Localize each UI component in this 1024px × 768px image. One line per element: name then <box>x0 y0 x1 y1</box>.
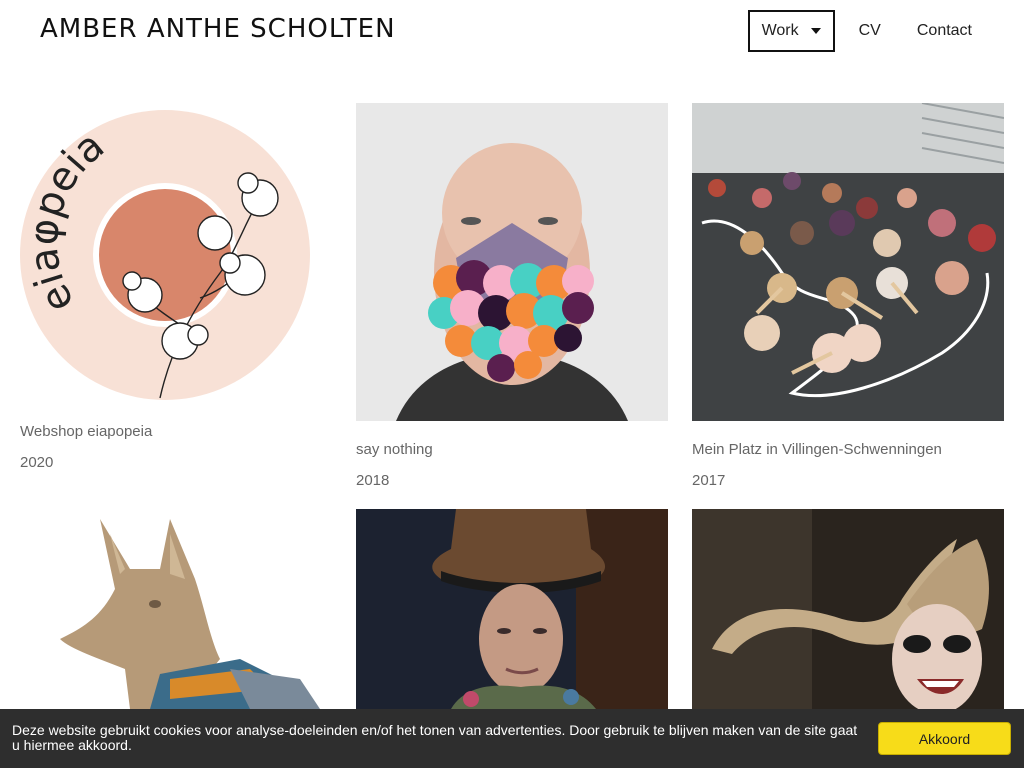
cookie-consent-bar: Deze website gebruikt cookies voor analy… <box>0 709 1024 768</box>
project-title[interactable]: Mein Platz in Villingen-Schwenningen <box>692 441 1004 458</box>
project-thumbnail[interactable] <box>356 509 668 709</box>
main-nav: Work CV Contact <box>747 10 984 52</box>
horn-headdress-photo <box>692 509 1004 709</box>
project-thumbnail[interactable] <box>692 103 1004 421</box>
hat-portrait-photo <box>356 509 668 709</box>
nav-contact[interactable]: Contact <box>905 10 984 52</box>
project-thumbnail[interactable]: eiaφpeia <box>20 103 332 403</box>
project-year: 2020 <box>20 454 54 471</box>
project-thumbnail[interactable] <box>692 509 1004 709</box>
project-year: 2017 <box>692 472 726 489</box>
site-title[interactable]: AMBER ANTHE SCHOLTEN <box>40 14 396 44</box>
project-card[interactable]: Mein Platz in Villingen-Schwenningen 201… <box>692 103 1004 489</box>
nav-cv[interactable]: CV <box>847 10 893 52</box>
eiapopeia-logo: eiaφpeia <box>20 110 310 400</box>
nav-work-label: Work <box>761 22 799 39</box>
project-title[interactable]: Webshop eiapopeia <box>20 423 332 440</box>
project-card[interactable]: say nothing 2018 <box>356 103 668 489</box>
caret-down-icon <box>810 28 821 34</box>
nav-work-dropdown[interactable]: Work <box>747 10 835 52</box>
project-card[interactable] <box>692 509 1004 709</box>
spindle-installation-photo <box>692 103 1004 421</box>
project-card[interactable] <box>356 509 668 709</box>
site-header: AMBER ANTHE SCHOLTEN Work CV Contact <box>0 0 1024 62</box>
cookie-message: Deze website gebruikt cookies voor analy… <box>12 722 858 753</box>
project-card[interactable]: eiaφpeia Webshop eiapopeia 2020 <box>20 103 332 471</box>
project-card[interactable] <box>20 509 332 709</box>
project-year: 2018 <box>356 472 390 489</box>
project-title[interactable]: say nothing <box>356 441 668 458</box>
fox-sculpture-photo <box>20 509 332 709</box>
pompom-mask-photo <box>356 103 668 421</box>
project-thumbnail[interactable] <box>20 509 332 709</box>
project-thumbnail[interactable] <box>356 103 668 421</box>
accept-cookies-button[interactable]: Akkoord <box>878 722 1011 755</box>
